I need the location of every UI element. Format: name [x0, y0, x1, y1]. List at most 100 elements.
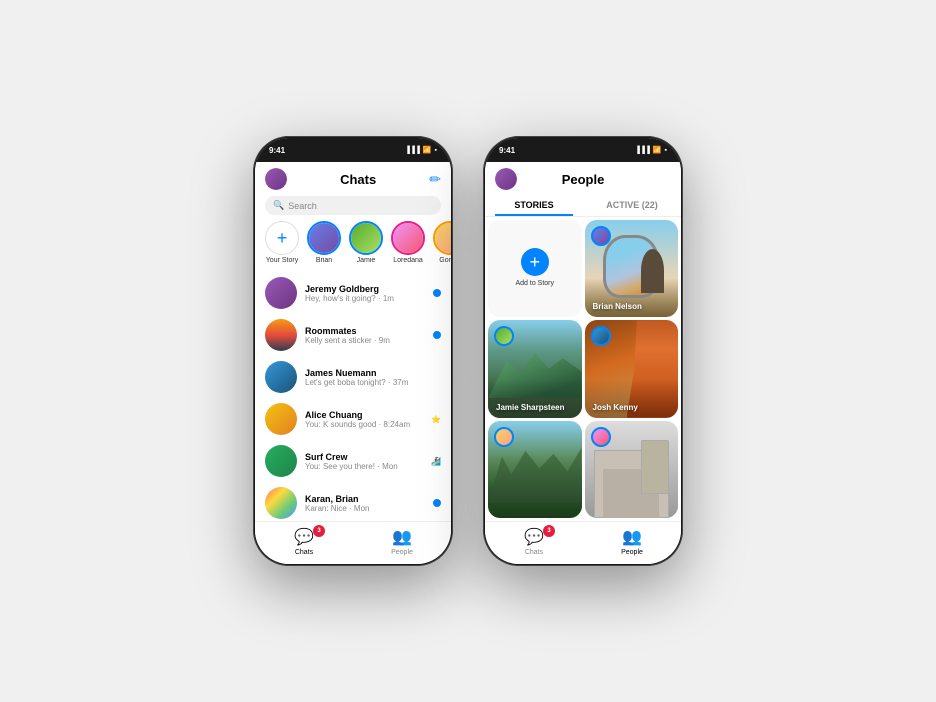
- alice-meta: ⭐: [431, 415, 441, 424]
- story-brian[interactable]: Brian: [307, 221, 341, 264]
- alice-name: Alice Chuang: [305, 410, 423, 420]
- josh-kenny-label: Josh Kenny: [593, 403, 638, 412]
- alice-info: Alice Chuang You: K sounds good · 8:24am: [305, 410, 423, 429]
- status-time-2: 9:41: [499, 146, 515, 155]
- your-story-label: Your Story: [266, 257, 298, 264]
- roommates-info: Roommates Kelly sent a sticker · 9m: [305, 326, 425, 345]
- jamie-sharpsteen-label: Jamie Sharpsteen: [496, 403, 564, 412]
- people-nav-icon: 👥: [392, 527, 412, 547]
- jamie-avatar[interactable]: [349, 221, 383, 255]
- chats-badge: 3: [313, 525, 325, 537]
- search-bar[interactable]: 🔍 Search: [265, 196, 441, 215]
- chat-item-james[interactable]: James Nuemann Let's get boba tonight? · …: [255, 356, 451, 398]
- phone-people: 9:41 ▐▐▐ 📶 ▪ People STORIES ACTIVE (22): [483, 136, 683, 566]
- nav-people[interactable]: 👥 People: [353, 527, 451, 556]
- brian-avatar[interactable]: [307, 221, 341, 255]
- chat-item-roommates[interactable]: Roommates Kelly sent a sticker · 9m: [255, 314, 451, 356]
- story-loredana[interactable]: Loredana: [391, 221, 425, 264]
- status-icons-2: ▐▐▐ 📶 ▪: [635, 146, 667, 154]
- josh-story-avatar: [591, 326, 611, 346]
- surf-crew-info: Surf Crew You: See you there! · Mon: [305, 452, 423, 471]
- emoji-reaction: ⭐: [431, 415, 441, 424]
- status-icons: ▐▐▐ 📶 ▪: [405, 146, 437, 154]
- chats-nav-label: Chats: [295, 549, 313, 556]
- james-avatar: [265, 361, 297, 393]
- add-story-label: Add to Story: [515, 280, 554, 288]
- karan-brian-avatar: [265, 487, 297, 519]
- james-info: James Nuemann Let's get boba tonight? · …: [305, 368, 441, 387]
- chats-badge-2: 3: [543, 525, 555, 537]
- surf-reaction: 🏄‍♀️: [431, 457, 441, 466]
- roommates-meta: [433, 331, 441, 339]
- loredana-avatar[interactable]: [391, 221, 425, 255]
- bottom-nav-2: 💬 3 Chats 👥 People: [485, 521, 681, 564]
- james-name: James Nuemann: [305, 368, 441, 378]
- nav-people-2[interactable]: 👥 People: [583, 527, 681, 556]
- chat-list: Jeremy Goldberg Hey, how's it going? · 1…: [255, 272, 451, 521]
- compose-button[interactable]: ✏: [429, 171, 441, 188]
- roommates-avatar: [265, 319, 297, 351]
- your-story[interactable]: + Your Story: [265, 221, 299, 264]
- wifi-icon-2: 📶: [653, 146, 662, 154]
- roommates-name: Roommates: [305, 326, 425, 336]
- jeremy-preview: Hey, how's it going? · 1m: [305, 294, 425, 303]
- phone-chats: 9:41 ▐▐▐ 📶 ▪ Chats ✏ 🔍 Search: [253, 136, 453, 566]
- add-story-plus-icon[interactable]: +: [521, 248, 549, 276]
- search-input[interactable]: Search: [288, 201, 317, 211]
- battery-icon: ▪: [435, 147, 437, 154]
- alice-avatar: [265, 403, 297, 435]
- bottom-nav: 💬 3 Chats 👥 People: [255, 521, 451, 564]
- brian-nelson-avatar: [591, 226, 611, 246]
- chat-item-alice[interactable]: Alice Chuang You: K sounds good · 8:24am…: [255, 398, 451, 440]
- story6-avatar: [591, 427, 611, 447]
- surf-crew-meta: 🏄‍♀️: [431, 457, 441, 466]
- unread-indicator: [433, 331, 441, 339]
- chats-nav-icon-2: 💬: [524, 527, 544, 547]
- loredana-label: Loredana: [393, 257, 423, 264]
- people-nav-label-2: People: [621, 549, 643, 556]
- jeremy-avatar: [265, 277, 297, 309]
- surf-crew-name: Surf Crew: [305, 452, 423, 462]
- story-card-josh[interactable]: Josh Kenny: [585, 320, 679, 417]
- story-card-6[interactable]: [585, 421, 679, 518]
- gord-avatar[interactable]: [433, 221, 451, 255]
- story-card-5[interactable]: [488, 421, 582, 518]
- stories-grid: + Add to Story Brian Nelson: [485, 217, 681, 521]
- story-gord[interactable]: Gord...: [433, 221, 451, 264]
- brian-label: Brian: [316, 257, 332, 264]
- people-tabs: STORIES ACTIVE (22): [485, 194, 681, 217]
- chat-item-jeremy[interactable]: Jeremy Goldberg Hey, how's it going? · 1…: [255, 272, 451, 314]
- story-card-jamie[interactable]: Jamie Sharpsteen: [488, 320, 582, 417]
- people-nav-icon-2: 👥: [622, 527, 642, 547]
- gord-label: Gord...: [439, 257, 451, 264]
- battery-icon-2: ▪: [665, 147, 667, 154]
- add-story-button[interactable]: +: [265, 221, 299, 255]
- signal-icon-2: ▐▐▐: [635, 147, 650, 154]
- jeremy-name: Jeremy Goldberg: [305, 284, 425, 294]
- chats-header: Chats ✏: [255, 162, 451, 194]
- jeremy-info: Jeremy Goldberg Hey, how's it going? · 1…: [305, 284, 425, 303]
- nav-chats[interactable]: 💬 3 Chats: [255, 527, 353, 556]
- unread-indicator: [433, 499, 441, 507]
- tab-stories[interactable]: STORIES: [485, 194, 583, 216]
- user-avatar-2[interactable]: [495, 168, 517, 190]
- add-story-card[interactable]: + Add to Story: [488, 220, 582, 317]
- brian-nelson-label: Brian Nelson: [593, 302, 642, 311]
- story-jamie[interactable]: Jamie: [349, 221, 383, 264]
- story-card-brian-nelson[interactable]: Brian Nelson: [585, 220, 679, 317]
- james-preview: Let's get boba tonight? · 37m: [305, 378, 441, 387]
- tab-active[interactable]: ACTIVE (22): [583, 194, 681, 216]
- status-bar: 9:41 ▐▐▐ 📶 ▪: [255, 138, 451, 162]
- karan-brian-meta: [433, 499, 441, 507]
- status-bar-2: 9:41 ▐▐▐ 📶 ▪: [485, 138, 681, 162]
- wifi-icon: 📶: [423, 146, 432, 154]
- chat-item-karan-brian[interactable]: Karan, Brian Karan: Nice · Mon: [255, 482, 451, 521]
- alice-preview: You: K sounds good · 8:24am: [305, 420, 423, 429]
- status-time: 9:41: [269, 146, 285, 155]
- nav-chats-2[interactable]: 💬 3 Chats: [485, 527, 583, 556]
- karan-brian-name: Karan, Brian: [305, 494, 425, 504]
- chats-nav-icon: 💬: [294, 527, 314, 547]
- user-avatar[interactable]: [265, 168, 287, 190]
- chat-item-surf-crew[interactable]: Surf Crew You: See you there! · Mon 🏄‍♀️: [255, 440, 451, 482]
- surf-crew-preview: You: See you there! · Mon: [305, 462, 423, 471]
